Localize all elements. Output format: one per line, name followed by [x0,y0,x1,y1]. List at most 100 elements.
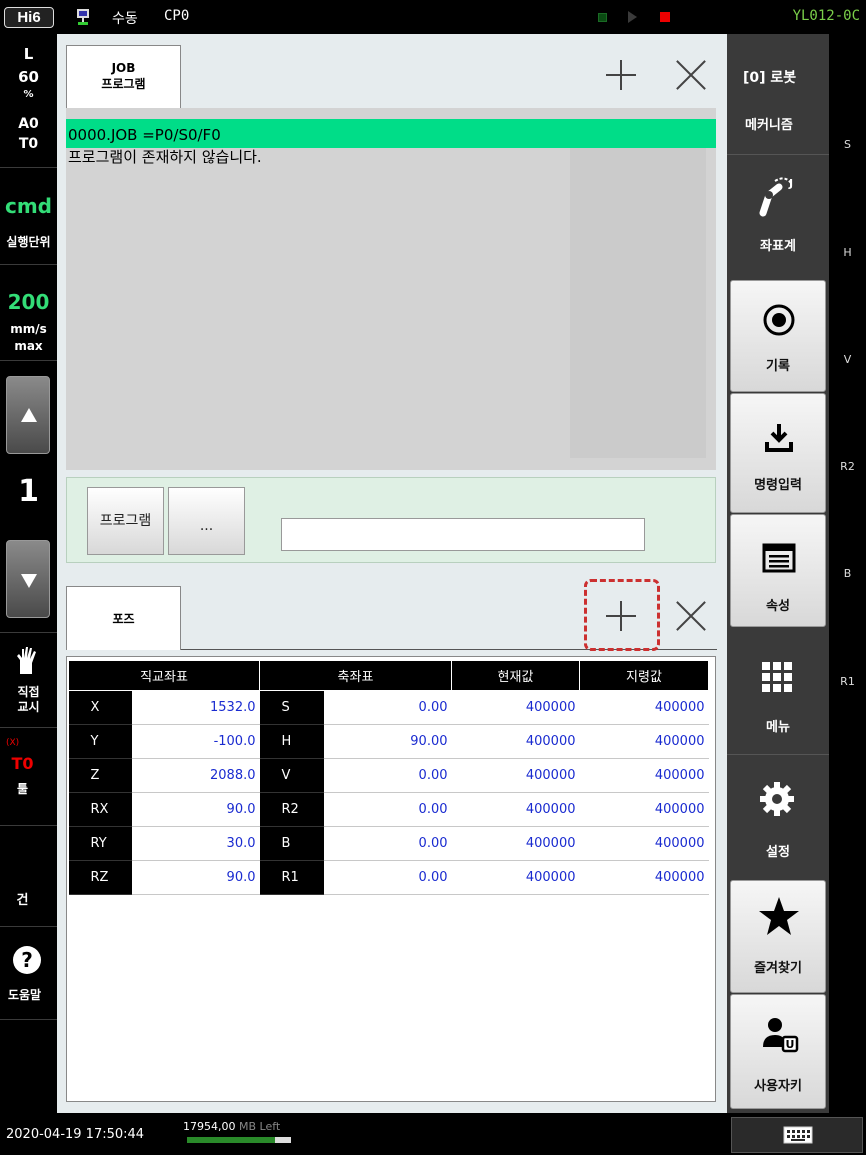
datetime: 2020-04-19 17:50:44 [6,1127,145,1142]
memory-value: 17954,00 [183,1120,236,1133]
current-value: 400000 [451,724,580,759]
speed-percent-unit: % [23,89,34,100]
command-value: 400000 [579,826,709,861]
table-row: Z 2088.0 V 0.00 400000 400000 [68,758,709,793]
mode-label: 수동 [112,11,138,27]
robot-label[interactable]: [0] 로봇 [743,67,796,87]
axis-label: B [259,826,324,861]
speed-value[interactable]: 200 [0,290,57,314]
axis-label: R2 [259,792,324,827]
job-tab-bar: JOB 프로그램 [57,34,727,109]
header-axis: 축좌표 [259,660,452,691]
settings-button[interactable]: 설정 [727,754,829,876]
table-row: RX 90.0 R2 0.00 400000 400000 [68,792,709,827]
tab-job-program[interactable]: JOB 프로그램 [66,45,181,109]
right-menu-column: [0] 로봇 메커니즘 J 좌표계 기록 명령입력 속성 메뉴 설정 즐겨찾기 … [727,34,829,1113]
tab-pose[interactable]: 포즈 [66,586,181,650]
axis-label: S [259,690,324,725]
keyboard-button[interactable] [731,1117,863,1153]
command-value: 400000 [579,860,709,895]
gear-icon [760,782,794,816]
direct-teach-label-2[interactable]: 교시 [0,700,57,715]
axis-value: 90.00 [323,724,452,759]
header-cartesian: 직교좌표 [68,660,260,691]
direct-teach-label-1[interactable]: 직접 [0,685,57,700]
cartesian-value: 90.0 [131,860,260,895]
pose-table: 직교좌표 축좌표 현재값 지령값 X 1532.0 S 0.00 400000 40000… [68,660,709,895]
cmd-label[interactable]: cmd [0,194,57,218]
star-icon [759,897,799,935]
top-status-bar: Hi6 수동 CP0 YL012-0C [0,0,866,34]
close-panel-icon[interactable] [676,60,706,90]
hand-icon [17,647,36,674]
current-value: 400000 [451,860,580,895]
pose-table-panel: 직교좌표 축좌표 현재값 지령값 X 1532.0 S 0.00 400000 40000… [66,656,716,1102]
memory-bar [187,1137,291,1143]
pose-tab-bar: 포즈 [57,575,727,651]
close-panel-icon[interactable] [676,601,706,631]
record-icon [763,304,795,336]
emergency-indicator-icon [660,12,670,22]
table-row: X 1532.0 S 0.00 400000 400000 [68,690,709,725]
help-label[interactable]: 도움말 [0,986,53,1003]
menu-button[interactable]: 메뉴 [727,633,829,751]
job-editor[interactable]: 0000.JOB =P0/S0/F0 프로그램이 존재하지 않습니다. [66,108,716,470]
grid-icon [762,662,792,692]
tool-label[interactable]: 툴 [0,780,51,797]
speed-unit: mm/s [10,322,47,336]
step-down-button[interactable] [6,540,50,618]
exec-unit-label[interactable]: 실행단위 [0,233,57,250]
axis-label-v: V [843,353,852,366]
user-key-button[interactable]: U 사용자키 [730,994,826,1109]
cartesian-label: RY [68,826,132,861]
hi6-logo: Hi6 [4,7,54,28]
table-row: Y -100.0 H 90.00 400000 400000 [68,724,709,759]
header-command: 지령값 [579,660,709,691]
memory-bar-fill [187,1137,276,1143]
favorites-button[interactable]: 즐겨찾기 [730,880,826,993]
cartesian-label: X [68,690,132,725]
step-up-button[interactable] [6,376,50,454]
add-panel-plus-icon[interactable] [606,601,636,631]
axis-indicator-column: S H V R2 B R1 [829,34,866,1113]
tool-number: T0 [18,136,39,152]
axis-value: 0.00 [323,792,452,827]
command-value: 400000 [579,690,709,725]
axis-label-h: H [843,246,852,259]
help-icon[interactable]: ? [11,944,43,976]
attribute-button[interactable]: 속성 [730,514,826,627]
program-button[interactable]: 프로그램 [87,487,164,555]
program-counter: CP0 [164,8,190,24]
keyboard-icon [783,1126,813,1144]
axis-label: V [259,758,324,793]
highlighted-line[interactable]: 0000.JOB =P0/S0/F0 [66,119,716,148]
coord-button[interactable]: J 좌표계 [727,154,829,280]
cartesian-value: 30.0 [131,826,260,861]
pc-connection-icon [77,9,89,25]
tool-id: T0 [11,754,34,773]
axis-label-s: S [844,138,851,151]
more-button[interactable]: ... [168,487,245,555]
axis-label: H [259,724,324,759]
cartesian-value: -100.0 [131,724,260,759]
axis-label-r1: R1 [840,675,855,688]
axis-label: R1 [259,860,324,895]
acc-label: A0 [18,116,39,132]
record-button[interactable]: 기록 [730,280,826,392]
mechanism-label[interactable]: 메커니즘 [745,114,793,133]
download-icon [765,424,793,452]
axis-value: 0.00 [323,758,452,793]
cartesian-label: Y [68,724,132,759]
screen: Hi6 수동 CP0 YL012-0C L 60 % A0 T0 cmd 실행단… [0,0,866,1155]
bottom-status-bar: 2020-04-19 17:50:44 17954,00 MB Left [0,1113,866,1155]
table-row: RY 30.0 B 0.00 400000 400000 [68,826,709,861]
main-area: JOB 프로그램 0000.JOB =P0/S0/F0 프로그램이 존재하지 않… [57,34,727,1113]
add-panel-plus-icon[interactable] [606,60,636,90]
current-value: 400000 [451,690,580,725]
gun-label[interactable]: 건 [0,889,51,908]
command-input-button[interactable]: 명령입력 [730,393,826,513]
command-value: 400000 [579,758,709,793]
list-window-icon [762,543,796,573]
command-input[interactable] [281,518,645,551]
coord-label: 좌표계 [760,239,796,254]
